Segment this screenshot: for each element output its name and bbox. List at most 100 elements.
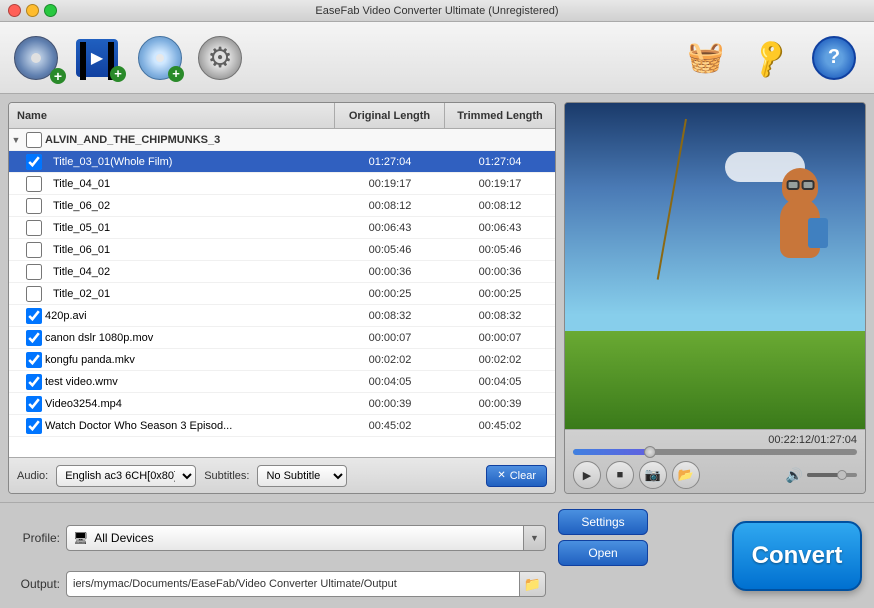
row-checkbox[interactable] bbox=[26, 264, 42, 280]
add-video-button[interactable]: ▶ + bbox=[72, 30, 128, 86]
row-checkbox[interactable] bbox=[26, 418, 42, 434]
row-filename: Title_02_01 bbox=[45, 288, 335, 300]
list-item[interactable]: Title_06_0100:05:4600:05:46 bbox=[9, 239, 555, 261]
close-button[interactable] bbox=[8, 4, 21, 17]
expand-icon[interactable]: ▼ bbox=[9, 135, 23, 145]
glasses-right-lens bbox=[802, 180, 815, 190]
row-filename: Title_05_01 bbox=[45, 222, 335, 234]
folder-checkbox[interactable] bbox=[26, 132, 42, 148]
list-item[interactable]: kongfu panda.mkv00:02:0200:02:02 bbox=[9, 349, 555, 371]
chipmunk-character bbox=[765, 168, 835, 258]
progress-knob[interactable] bbox=[644, 446, 656, 458]
list-item[interactable]: Title_05_0100:06:4300:06:43 bbox=[9, 217, 555, 239]
snapshot-button[interactable]: 📷 bbox=[639, 461, 667, 489]
list-item[interactable]: Title_02_0100:00:2500:00:25 bbox=[9, 283, 555, 305]
folder-row[interactable]: ▼ ALVIN_AND_THE_CHIPMUNKS_3 bbox=[9, 129, 555, 151]
file-table-header: Name Original Length Trimmed Length bbox=[9, 103, 555, 129]
profile-icon: 🖥 bbox=[73, 531, 88, 545]
row-checkbox[interactable] bbox=[26, 330, 42, 346]
trimmed-time: 00:19:17 bbox=[445, 178, 555, 190]
audio-select[interactable]: English ac3 6CH[0x80] bbox=[56, 465, 196, 487]
col-trimmed-header: Trimmed Length bbox=[445, 103, 555, 128]
trimmed-time: 00:08:12 bbox=[445, 200, 555, 212]
minimize-button[interactable] bbox=[26, 4, 39, 17]
row-checkbox[interactable] bbox=[26, 176, 42, 192]
row-filename: 420p.avi bbox=[45, 310, 335, 322]
row-filename: Title_04_01 bbox=[45, 178, 335, 190]
trimmed-time: 00:45:02 bbox=[445, 420, 555, 432]
original-time: 00:02:02 bbox=[335, 354, 445, 366]
stop-button[interactable]: ■ bbox=[606, 461, 634, 489]
add-dvd-button[interactable]: + bbox=[12, 30, 68, 86]
trimmed-time: 00:00:36 bbox=[445, 266, 555, 278]
list-item[interactable]: canon dslr 1080p.mov00:00:0700:00:07 bbox=[9, 327, 555, 349]
basket-icon[interactable]: 🧺 bbox=[678, 30, 734, 86]
original-time: 00:00:36 bbox=[335, 266, 445, 278]
maximize-button[interactable] bbox=[44, 4, 57, 17]
preferences-button[interactable] bbox=[192, 30, 248, 86]
trimmed-time: 00:02:02 bbox=[445, 354, 555, 366]
original-time: 00:00:25 bbox=[335, 288, 445, 300]
list-item[interactable]: Watch Doctor Who Season 3 Episod...00:45… bbox=[9, 415, 555, 437]
trimmed-time: 00:00:39 bbox=[445, 398, 555, 410]
key-icon[interactable]: 🔑 bbox=[742, 30, 798, 86]
row-filename: Title_06_01 bbox=[45, 244, 335, 256]
original-time: 00:04:05 bbox=[335, 376, 445, 388]
row-checkbox[interactable] bbox=[26, 220, 42, 236]
original-time: 00:08:32 bbox=[335, 310, 445, 322]
list-item[interactable]: 420p.avi00:08:3200:08:32 bbox=[9, 305, 555, 327]
profile-select[interactable]: 🖥 All Devices bbox=[66, 525, 524, 551]
toolbar-right: 🧺 🔑 ? bbox=[678, 30, 862, 86]
original-time: 00:19:17 bbox=[335, 178, 445, 190]
original-time: 00:06:43 bbox=[335, 222, 445, 234]
convert-button[interactable]: Convert bbox=[732, 521, 862, 591]
row-checkbox[interactable] bbox=[26, 242, 42, 258]
file-panel: Name Original Length Trimmed Length ▼ AL… bbox=[8, 102, 556, 494]
row-checkbox[interactable] bbox=[26, 154, 42, 170]
window-controls[interactable] bbox=[8, 4, 57, 17]
row-checkbox[interactable] bbox=[26, 352, 42, 368]
help-icon[interactable]: ? bbox=[806, 30, 862, 86]
file-rows-container: Title_03_01(Whole Film)01:27:0401:27:04T… bbox=[9, 151, 555, 437]
trimmed-time: 00:08:32 bbox=[445, 310, 555, 322]
bottom-row: Profile: 🖥 All Devices ▼ Settings Open O… bbox=[12, 509, 862, 602]
list-item[interactable]: Title_04_0100:19:1700:19:17 bbox=[9, 173, 555, 195]
add-disc-button[interactable]: + bbox=[132, 30, 188, 86]
row-filename: Video3254.mp4 bbox=[45, 398, 335, 410]
list-item[interactable]: Title_06_0200:08:1200:08:12 bbox=[9, 195, 555, 217]
profile-area: Profile: 🖥 All Devices ▼ Settings Open O… bbox=[0, 502, 874, 608]
profile-dropdown-arrow[interactable]: ▼ bbox=[524, 525, 546, 551]
row-checkbox[interactable] bbox=[26, 308, 42, 324]
profile-label: Profile: bbox=[12, 531, 60, 545]
chipmunk-item bbox=[808, 218, 828, 248]
subtitles-select[interactable]: No Subtitle bbox=[257, 465, 347, 487]
list-item[interactable]: test video.wmv00:04:0500:04:05 bbox=[9, 371, 555, 393]
play-button[interactable]: ▶ bbox=[573, 461, 601, 489]
volume-slider[interactable] bbox=[807, 473, 857, 477]
progress-fill bbox=[573, 449, 650, 455]
folder-button[interactable]: 📂 bbox=[672, 461, 700, 489]
play-controls: ▶ ■ 📷 📂 bbox=[573, 461, 700, 489]
settings-button[interactable]: Settings bbox=[558, 509, 648, 535]
row-checkbox[interactable] bbox=[26, 198, 42, 214]
audio-label: Audio: bbox=[17, 470, 48, 482]
list-item[interactable]: Title_04_0200:00:3600:00:36 bbox=[9, 261, 555, 283]
profile-section: Profile: 🖥 All Devices ▼ Settings Open O… bbox=[12, 509, 724, 602]
output-path[interactable]: iers/mymac/Documents/EaseFab/Video Conve… bbox=[66, 571, 520, 597]
list-item[interactable]: Video3254.mp400:00:3900:00:39 bbox=[9, 393, 555, 415]
row-checkbox[interactable] bbox=[26, 286, 42, 302]
progress-bar[interactable] bbox=[573, 449, 857, 455]
row-checkbox[interactable] bbox=[26, 396, 42, 412]
toolbar: + ▶ + + 🧺 🔑 ? bbox=[0, 22, 874, 94]
output-folder-button[interactable]: 📁 bbox=[520, 571, 546, 597]
open-button[interactable]: Open bbox=[558, 540, 648, 566]
video-preview bbox=[565, 103, 865, 429]
row-checkbox[interactable] bbox=[26, 374, 42, 390]
output-label: Output: bbox=[12, 577, 60, 591]
time-display: 00:22:12/01:27:04 bbox=[573, 434, 857, 446]
volume-knob[interactable] bbox=[837, 470, 847, 480]
list-item[interactable]: Title_03_01(Whole Film)01:27:0401:27:04 bbox=[9, 151, 555, 173]
original-time: 00:00:07 bbox=[335, 332, 445, 344]
clear-button[interactable]: Clear bbox=[486, 465, 547, 487]
trimmed-time: 01:27:04 bbox=[445, 156, 555, 168]
